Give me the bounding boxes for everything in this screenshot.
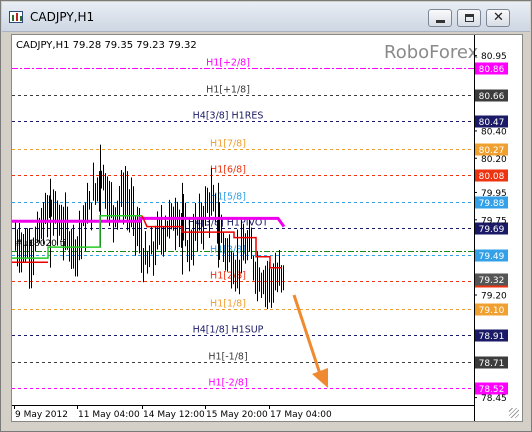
maximize-icon [465,14,474,22]
level-label-h1-7-8: H1[7/8] [210,139,246,150]
price-chart[interactable]: CADJPY,H1 79.28 79.35 79.23 79.32 RoboFo… [11,34,523,422]
level-label-h1-1-8: H1[+1/8] [206,85,250,96]
level-label-h1-1-8: H1[1/8] [210,299,246,310]
resize-grip[interactable] [509,408,519,418]
level-label-h4-1-8-h1sup: H4[1/8] H1SUP [193,325,264,336]
chart-canvas[interactable]: CADJPY,H1 79.28 79.35 79.23 79.32 RoboFo… [12,35,523,422]
time-axis-label: 9 May 2012 [15,410,68,420]
price-axis-label: 80.20 [481,155,507,165]
minimize-button[interactable] [428,9,452,27]
level-label-h1-6-8: H1[6/8] [210,165,246,176]
price-tag-text-h1-1-8: 79.10 [479,306,505,316]
price-axis-label: 79.95 [481,189,507,199]
overlay-text: #µ£8020 ti [15,239,66,249]
chart-window-icon [9,11,23,23]
time-axis-label: 15 May 20:00 [206,410,268,420]
price-axis-label: 78.45 [481,394,507,404]
forecast-arrow [292,294,328,388]
time-axis: 9 May 2012 11 May 04:00 14 May 12:00 15 May… [12,405,474,420]
minimize-icon [436,20,445,23]
title-bar[interactable]: CADJPY,H1 ✕ [2,2,530,32]
level-label-h1-2-8: H1[-2/8] [208,378,247,389]
maximize-button[interactable] [457,9,481,27]
price-axis-label: 80.95 [481,52,507,62]
level-label-h4-3-8-h1res: H4[3/8] H1RES [193,111,264,122]
level-label-h1-2-8: H1[2/8] [210,271,246,282]
level-label-h1-1-8: H1[-1/8] [208,352,247,363]
time-axis-label: 14 May 12:00 [143,410,205,420]
price-axis-label: 79.75 [481,216,507,226]
price-tag-text-h4-3-8-h1pivot: 79.69 [479,225,505,235]
price-tag-text-h1-1-8: 78.71 [479,359,505,369]
price-tag-text-h4-1-8-h1sup: 78.91 [479,332,505,342]
time-axis-label: 17 May 04:00 [270,410,332,420]
time-axis-label: 11 May 04:00 [78,410,140,420]
window-title: CADJPY,H1 [30,10,95,24]
price-tag-text-h1-6-8: 80.08 [479,172,505,182]
current-price-text: 79.32 [479,276,505,286]
level-label-h1-2-8: H1[+2/8] [206,58,250,69]
close-icon: ✕ [493,10,504,25]
close-button[interactable]: ✕ [486,9,510,27]
price-axis-label: 79.20 [481,292,507,302]
price-tag-text-h1-5-8: 79.88 [479,199,505,209]
price-tag-text-h1-2-8: 80.86 [479,65,505,75]
price-axis-label: 80.40 [481,127,507,137]
chart-window: CADJPY,H1 ✕ CADJPY,H1 79.28 79.35 79.23 … [0,0,532,432]
watermark-logo: RoboForex [384,42,479,63]
arrow-head-icon [312,368,328,388]
symbol-info: CADJPY,H1 79.28 79.35 79.23 79.32 [16,40,197,51]
price-tag-text-h1-3-8: 79.49 [479,252,505,262]
price-tag-text-h1-1-8: 80.66 [479,92,505,102]
